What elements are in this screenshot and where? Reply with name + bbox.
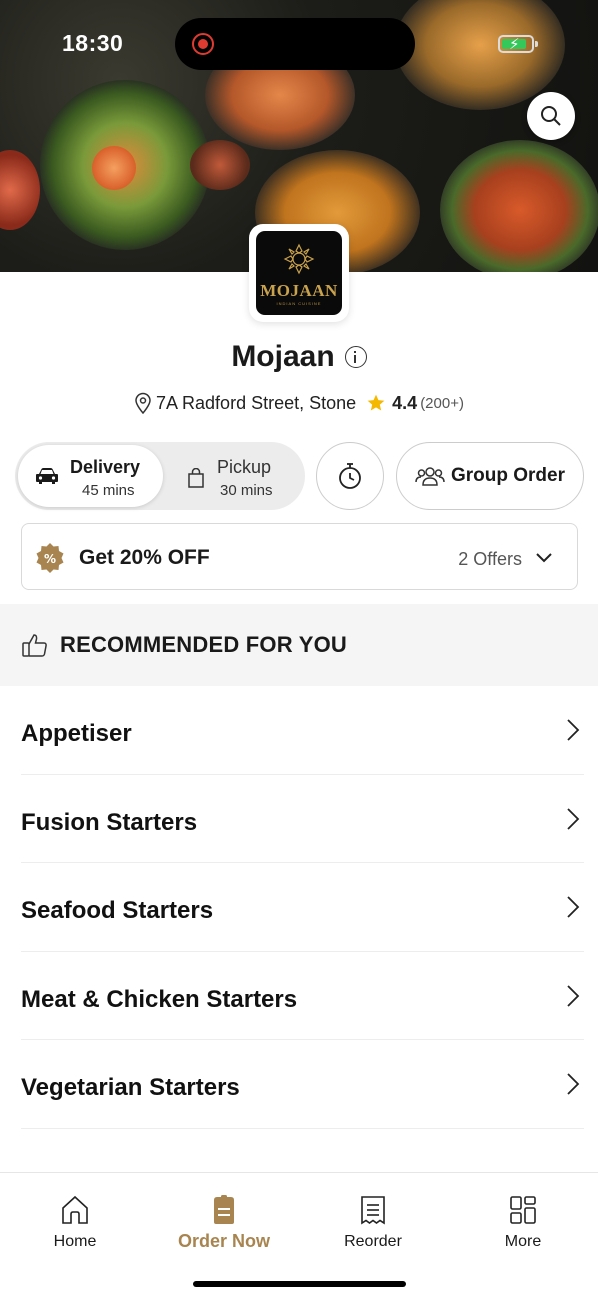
pickup-option[interactable]: Pickup 30 mins [165, 445, 302, 507]
restaurant-name: Mojaan [231, 340, 335, 373]
nav-home[interactable]: Home [15, 1195, 135, 1251]
restaurant-meta: 7A Radford Street, Stone 4.4 (200+) [0, 392, 598, 414]
nav-order-now[interactable]: Order Now [164, 1195, 284, 1252]
group-icon [415, 467, 445, 486]
charging-bolt-icon: ⚡ [509, 36, 520, 53]
chevron-right-icon [567, 719, 580, 741]
group-order-label: Group Order [450, 465, 565, 486]
svg-text:%: % [44, 552, 56, 566]
category-row-seafood-starters[interactable]: Seafood Starters [21, 863, 584, 952]
logo-name: MOJAAN [260, 281, 338, 300]
thumbs-up-icon [22, 634, 47, 657]
chevron-right-icon [567, 1073, 580, 1095]
category-label: Meat & Chicken Starters [21, 985, 298, 1013]
group-order-button[interactable]: Group Order [396, 442, 584, 510]
offers-title: Get 20% OFF [79, 546, 210, 569]
status-time: 18:30 [62, 30, 124, 56]
hero-dish-side [0, 150, 40, 230]
hero-dish-spice [190, 140, 250, 190]
receipt-icon [361, 1196, 385, 1225]
delivery-label: Delivery [70, 457, 141, 477]
category-row-fusion-starters[interactable]: Fusion Starters [21, 775, 584, 863]
review-count: (200+) [420, 394, 464, 412]
chevron-right-icon [567, 984, 580, 1007]
hero-dish-orange [92, 146, 136, 190]
search-icon [541, 106, 561, 126]
rating-value: 4.4 [392, 392, 418, 413]
discount-badge-icon: % [36, 543, 64, 573]
restaurant-name-row: Mojaan [0, 340, 598, 374]
pickup-label: Pickup [217, 457, 272, 477]
nav-reorder[interactable]: Reorder [313, 1195, 433, 1251]
shopping-bag-icon [188, 468, 204, 488]
order-mode-toggle: Delivery 45 mins Pickup 30 mins [15, 442, 305, 510]
home-indicator [193, 1281, 406, 1287]
category-label: Vegetarian Starters [21, 1074, 240, 1101]
chevron-right-icon [567, 896, 580, 918]
pickup-time: 30 mins [220, 482, 273, 499]
nav-home-label: Home [53, 1233, 97, 1250]
offers-banner[interactable]: % Get 20% OFF 2 Offers [21, 523, 578, 590]
nav-order-now-label: Order Now [177, 1231, 270, 1251]
home-icon [62, 1195, 88, 1224]
schedule-button[interactable] [316, 442, 384, 510]
location-pin-icon [135, 392, 151, 414]
category-row-vegetarian-starters[interactable]: Vegetarian Starters [21, 1040, 584, 1129]
nav-more-label: More [504, 1233, 542, 1250]
chevron-right-icon [567, 807, 580, 830]
order-icon [214, 1195, 234, 1224]
restaurant-address: 7A Radford Street, Stone [156, 392, 357, 413]
stopwatch-icon [339, 463, 361, 489]
logo-subtext: INDIAN CUISINE [276, 301, 322, 306]
battery-icon: ⚡ [498, 35, 538, 53]
category-label: Appetiser [21, 720, 132, 747]
nav-reorder-label: Reorder [344, 1233, 402, 1250]
category-label: Seafood Starters [21, 897, 214, 924]
category-label: Fusion Starters [21, 808, 198, 836]
nav-more[interactable]: More [463, 1195, 583, 1251]
category-row-meat-chicken-starters[interactable]: Meat & Chicken Starters [21, 952, 584, 1040]
chevron-down-icon [536, 553, 552, 563]
delivery-option[interactable]: Delivery 45 mins [18, 445, 163, 507]
logo-ornament-icon [283, 243, 315, 275]
delivery-time: 45 mins [82, 482, 135, 499]
category-row-appetiser[interactable]: Appetiser [21, 686, 584, 775]
info-icon[interactable] [344, 346, 367, 368]
offers-count: 2 Offers [458, 549, 522, 569]
recommended-section-header: RECOMMENDED FOR YOU [0, 604, 598, 686]
grid-icon [510, 1196, 536, 1224]
restaurant-logo: MOJAAN INDIAN CUISINE [249, 224, 349, 322]
dynamic-island [175, 18, 415, 70]
star-icon [367, 394, 385, 411]
recording-icon [192, 33, 214, 55]
category-list: Appetiser Fusion Starters Seafood Starte… [21, 686, 584, 1129]
hero-dish-tikka [440, 140, 598, 272]
recommended-title: RECOMMENDED FOR YOU [60, 632, 347, 657]
search-button[interactable] [527, 92, 575, 140]
car-icon [36, 468, 58, 484]
